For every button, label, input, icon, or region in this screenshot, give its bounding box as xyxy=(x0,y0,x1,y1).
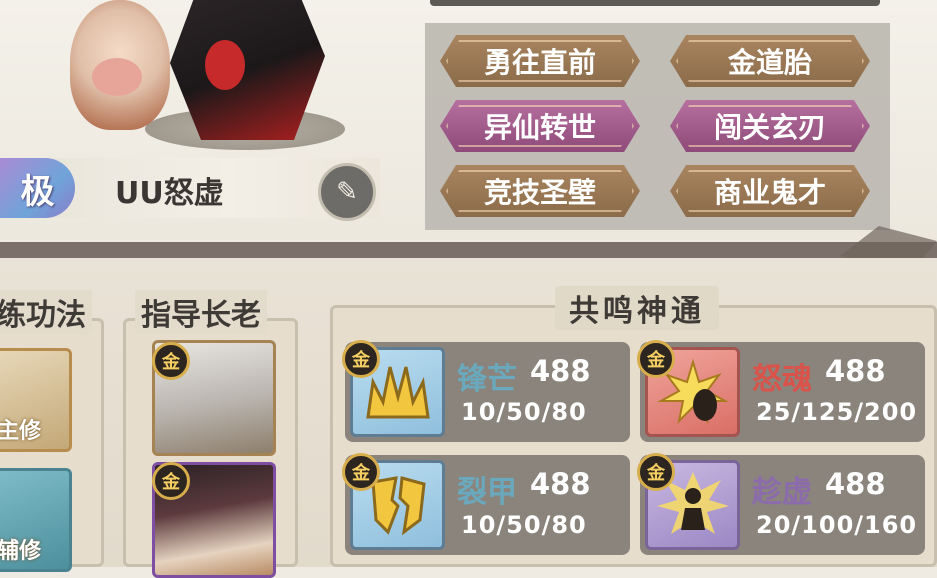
title-tag-6[interactable]: 商业鬼才 xyxy=(670,165,870,217)
elder-header: 指导长老 xyxy=(135,290,267,334)
skill-card-4[interactable]: 趁虚 488 20/100/160 xyxy=(640,455,925,555)
skill-3-gold-badge: 金 xyxy=(342,453,380,491)
skill-name: 裂甲 xyxy=(457,475,517,510)
brush-icon: ✎ xyxy=(336,177,358,207)
player-name: UU怒虚 xyxy=(115,176,224,211)
secondary-technique-caption: 辅修 xyxy=(0,539,42,564)
title-tag-1[interactable]: 勇往直前 xyxy=(440,35,640,87)
title-tag-5[interactable]: 竞技圣壁 xyxy=(440,165,640,217)
skill-values: 25/125/200 xyxy=(756,398,918,426)
skill-2-gold-badge: 金 xyxy=(637,340,675,378)
title-tag-2[interactable]: 金道胎 xyxy=(670,35,870,87)
section-divider xyxy=(0,242,937,258)
skill-name: 锋芒 xyxy=(457,362,517,397)
resonance-header: 共鸣神通 xyxy=(555,286,719,330)
skill-values: 20/100/160 xyxy=(756,511,918,539)
warrior-red-accent xyxy=(205,40,245,90)
skill-level: 488 xyxy=(825,467,886,501)
skill-level: 488 xyxy=(530,354,591,388)
skill-level: 488 xyxy=(530,467,591,501)
lianfa-header: 练功法 xyxy=(0,290,92,334)
elder-2-gold-badge: 金 xyxy=(152,462,190,500)
monkey-face xyxy=(92,58,142,96)
skill-name: 趁虚 xyxy=(752,475,812,510)
title-tag-3[interactable]: 异仙转世 xyxy=(440,100,640,152)
secondary-technique-card[interactable]: 辅修 xyxy=(0,468,72,572)
skill-card-3[interactable]: 裂甲 488 10/50/80 xyxy=(345,455,630,555)
top-strip xyxy=(430,0,880,6)
character-avatar-area[interactable] xyxy=(30,0,345,150)
elder-1-gold-badge: 金 xyxy=(152,342,190,380)
rename-brush-button[interactable]: ✎ xyxy=(318,163,376,221)
skill-1-gold-badge: 金 xyxy=(342,340,380,378)
skill-card-2[interactable]: 怒魂 488 25/125/200 xyxy=(640,342,925,442)
skill-values: 10/50/80 xyxy=(461,398,587,426)
title-tag-4[interactable]: 闯关玄刃 xyxy=(670,100,870,152)
main-technique-card[interactable]: 主修 xyxy=(0,348,72,452)
warrior-character-image xyxy=(170,0,325,140)
skill-values: 10/50/80 xyxy=(461,511,587,539)
main-technique-caption: 主修 xyxy=(0,419,42,444)
skill-card-1[interactable]: 锋芒 488 10/50/80 xyxy=(345,342,630,442)
skill-name: 怒魂 xyxy=(752,362,812,397)
skill-4-gold-badge: 金 xyxy=(637,453,675,491)
skill-level: 488 xyxy=(825,354,886,388)
rank-badge: 极 xyxy=(0,158,75,218)
